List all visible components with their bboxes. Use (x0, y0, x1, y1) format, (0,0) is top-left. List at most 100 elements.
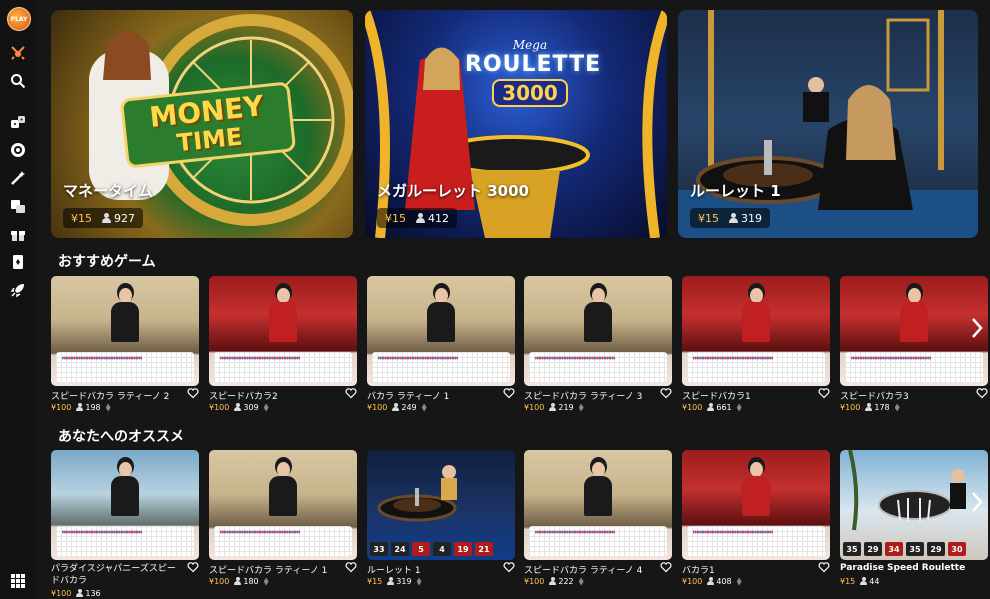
players-count: 319 (741, 211, 762, 225)
game-meta: ¥100 309 (209, 403, 269, 412)
game-meta: ¥100 178 (840, 403, 900, 412)
game-card[interactable]: スピードバカラ ラティーノ 2 ¥100 198 (51, 276, 199, 412)
game-card[interactable]: スピードバカラ2 ¥100 309 (209, 276, 357, 412)
game-name: スピードバカラ2 (209, 392, 278, 402)
section-title-for-you: あなたへのオススメ (58, 429, 184, 445)
game-meta: ¥100 408 (682, 577, 742, 586)
game-meta: ¥100 219 (524, 403, 584, 412)
diamond-icon (736, 403, 742, 412)
game-meta: ¥15 44 (840, 577, 880, 586)
game-thumbnail (209, 450, 357, 560)
game-name: バカラ ラティーノ 1 (367, 392, 450, 402)
bet-value: ¥15 (71, 211, 92, 225)
gift-box-icon[interactable] (9, 225, 27, 243)
game-thumbnail: 33 24 5 4 19 21 (367, 450, 515, 560)
diamond-icon (416, 577, 422, 586)
heart-icon[interactable] (187, 387, 199, 399)
heart-icon[interactable] (503, 387, 515, 399)
diamond-icon (105, 403, 111, 412)
chevron-right-icon[interactable] (970, 316, 984, 340)
hero-meta: ¥15 412 (377, 208, 457, 228)
diamond-icon (263, 403, 269, 412)
card-icon[interactable] (9, 253, 27, 271)
game-meta: ¥100 661 (682, 403, 742, 412)
game-card[interactable]: スピードバカラ ラティーノ 4 ¥100 222 (524, 450, 672, 586)
hero-title: マネータイム (63, 182, 153, 200)
section-title-recommended: おすすめゲーム (58, 254, 156, 270)
game-thumbnail (682, 276, 830, 386)
game-meta: ¥15 319 (367, 577, 422, 586)
heart-icon[interactable] (818, 387, 830, 399)
diamond-icon (421, 403, 427, 412)
swords-icon[interactable] (9, 44, 27, 62)
rocket-icon[interactable] (9, 281, 27, 299)
game-name: バカラ1 (682, 566, 715, 576)
game-name: スピードバカラ ラティーノ 4 (524, 566, 643, 576)
diamond-icon (578, 403, 584, 412)
bet-value: ¥15 (698, 211, 719, 225)
game-name: パラダイスジャパニーズスピードバカラ (51, 564, 176, 586)
roulette-icon[interactable] (9, 141, 27, 159)
game-card[interactable]: スピードバカラ1 ¥100 661 (682, 276, 830, 412)
game-name: スピードバカラ ラティーノ 1 (209, 566, 328, 576)
game-thumbnail (51, 276, 199, 386)
game-card[interactable]: 33 24 5 4 19 21 ルーレット 1 ¥15 319 (367, 450, 515, 586)
game-card[interactable]: パラダイスジャパニーズスピードバカラ ¥100 136 (51, 450, 199, 598)
game-thumbnail (367, 276, 515, 386)
game-card[interactable]: バカラ ラティーノ 1 ¥100 249 (367, 276, 515, 412)
game-card[interactable]: バカラ1 ¥100 408 (682, 450, 830, 586)
roulette-results: 33 24 5 4 19 21 (370, 542, 493, 556)
heart-icon[interactable] (660, 387, 672, 399)
game-name: スピードバカラ1 (682, 392, 751, 402)
heart-icon[interactable] (503, 561, 515, 573)
game-card[interactable]: スピードバカラ ラティーノ 1 ¥100 180 (209, 450, 357, 586)
game-name: Paradise Speed Roulette (840, 563, 966, 573)
game-name: ルーレット 1 (367, 566, 421, 576)
heart-icon[interactable] (976, 387, 988, 399)
roulette-results: 35 29 34 35 29 30 (843, 542, 966, 556)
chevron-right-icon[interactable] (970, 490, 984, 514)
slot-icon[interactable] (9, 197, 27, 215)
heart-icon[interactable] (187, 561, 199, 573)
game-meta: ¥100 136 (51, 589, 101, 598)
players-icon (729, 212, 738, 223)
game-name: スピードバカラ ラティーノ 3 (524, 392, 643, 402)
hero-card-mega-roulette[interactable]: Mega ROULETTE 3000 メガルーレット 3000 ¥15 412 (365, 10, 667, 238)
hero-title: ルーレット 1 (690, 182, 781, 200)
logo-icon[interactable]: PLAY (7, 7, 31, 31)
heart-icon[interactable] (345, 561, 357, 573)
game-name: スピードバカラ ラティーノ 2 (51, 392, 170, 402)
heart-icon[interactable] (660, 561, 672, 573)
diamond-icon (578, 577, 584, 586)
hero-meta: ¥15 927 (63, 208, 143, 228)
game-meta: ¥100 198 (51, 403, 111, 412)
game-card[interactable]: スピードバカラ ラティーノ 3 ¥100 219 (524, 276, 672, 412)
game-meta: ¥100 180 (209, 577, 269, 586)
hero-title: メガルーレット 3000 (377, 182, 529, 200)
hero-card-roulette-1[interactable]: ルーレット 1 ¥15 319 (678, 10, 978, 238)
diamond-icon (736, 577, 742, 586)
search-icon[interactable] (9, 72, 27, 90)
heart-icon[interactable] (818, 561, 830, 573)
game-thumbnail (524, 450, 672, 560)
dice-icon[interactable] (9, 113, 27, 131)
game-thumbnail (209, 276, 357, 386)
diamond-icon (894, 403, 900, 412)
game-card[interactable]: 35 29 34 35 29 30 Paradise Speed Roulett… (840, 450, 988, 586)
game-thumbnail (51, 450, 199, 560)
players-icon (416, 212, 425, 223)
players-count: 412 (428, 211, 449, 225)
sidebar: PLAY (0, 0, 36, 599)
game-thumbnail (682, 450, 830, 560)
magic-wand-icon[interactable] (9, 169, 27, 187)
players-icon (102, 212, 111, 223)
hero-card-money-time[interactable]: MONEY TIME マネータイム ¥15 927 (51, 10, 353, 238)
game-card[interactable]: スピードバカラ3 ¥100 178 (840, 276, 988, 412)
heart-icon[interactable] (345, 387, 357, 399)
grid-menu-icon[interactable] (9, 572, 27, 590)
mega-roulette-logo: Mega ROULETTE 3000 (465, 38, 602, 107)
game-meta: ¥100 222 (524, 577, 584, 586)
diamond-icon (263, 577, 269, 586)
roulette-1-artwork (678, 10, 978, 238)
game-name: スピードバカラ3 (840, 392, 909, 402)
